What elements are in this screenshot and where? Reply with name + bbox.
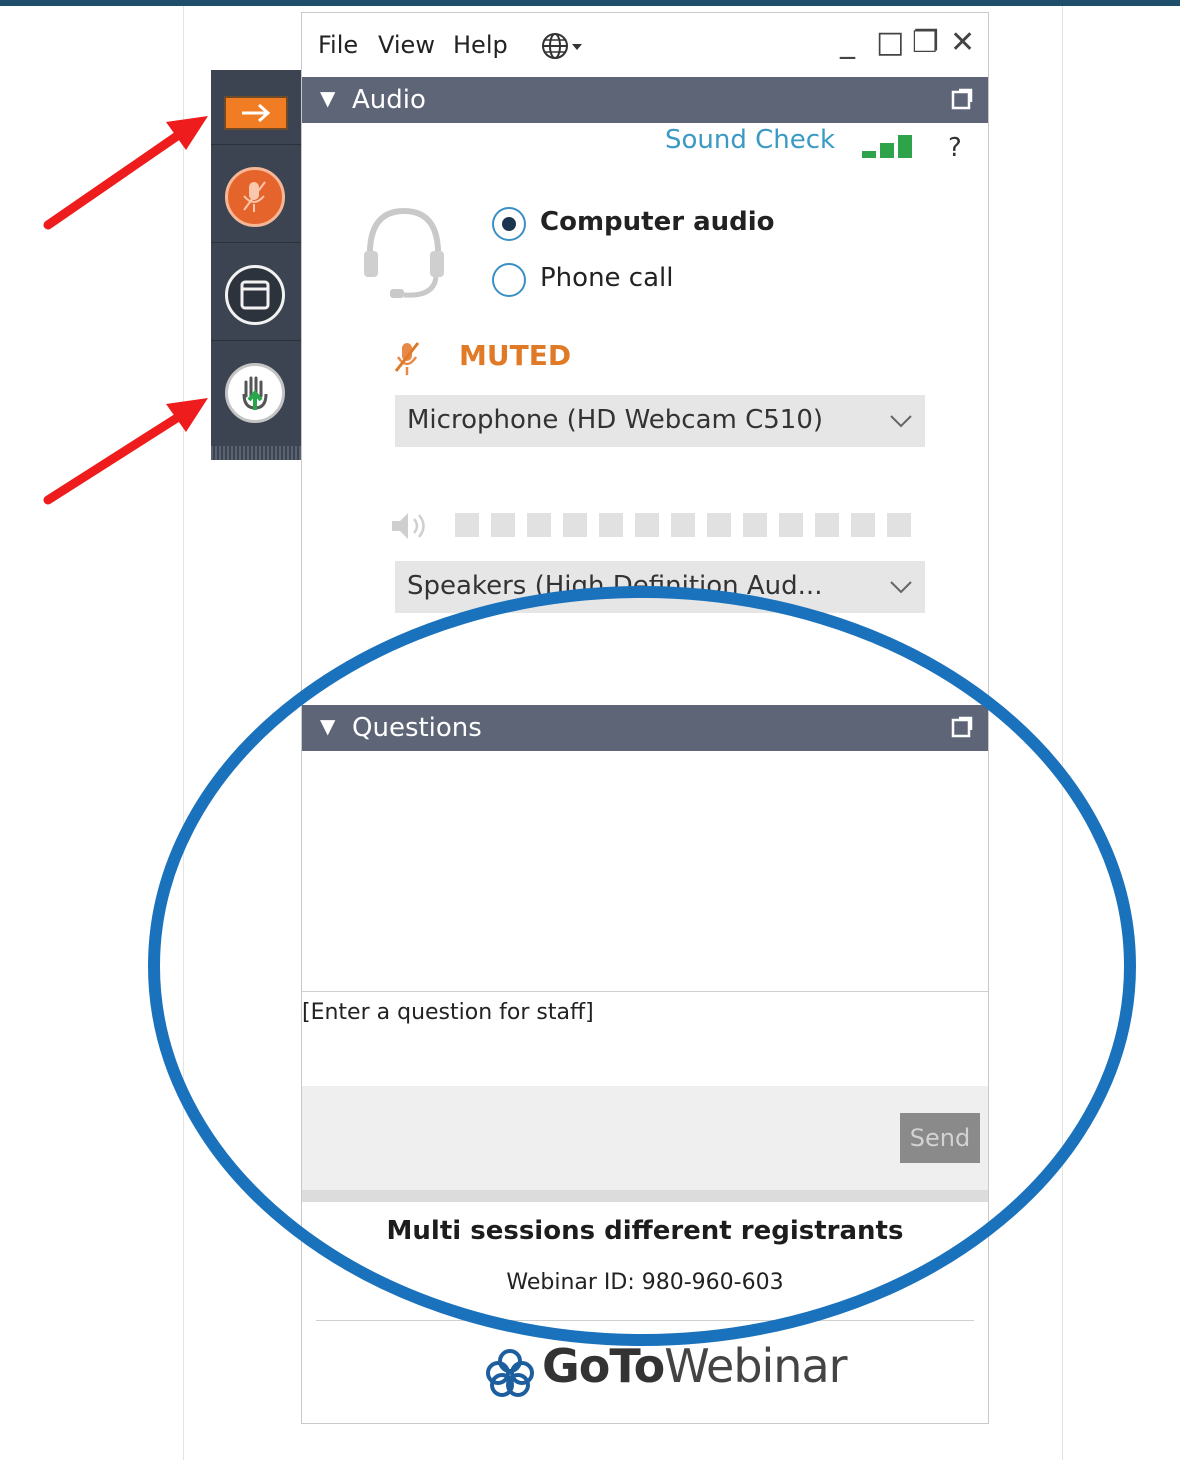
chevron-down-icon: [890, 581, 912, 594]
red-arrow-annotation: [43, 398, 208, 505]
level-meter-cell: [671, 513, 695, 537]
collapse-panel-button[interactable]: [224, 96, 288, 130]
arrow-right-icon: [242, 103, 271, 123]
headset-icon: [364, 207, 444, 298]
toolbar-slot-screen: [211, 243, 301, 341]
brand-bold-text: GoTo: [542, 1339, 665, 1393]
brand-light-text: Webinar: [664, 1339, 847, 1393]
menu-bar: File View Help _ □ ❐ ✕: [302, 13, 988, 77]
globe-icon: [542, 33, 582, 59]
questions-header-label: Questions: [352, 713, 482, 743]
top-border-strip: [0, 0, 1180, 6]
microphone-select[interactable]: Microphone (HD Webcam C510): [395, 395, 925, 447]
computer-audio-radio[interactable]: [492, 207, 526, 241]
page-guide-left: [183, 6, 184, 1460]
mute-toggle-button[interactable]: [225, 167, 285, 227]
control-panel-toolbar: [211, 70, 303, 460]
audio-help-button[interactable]: ?: [948, 133, 962, 163]
level-meter-cell: [887, 513, 911, 537]
send-button[interactable]: Send: [900, 1113, 980, 1163]
language-dropdown[interactable]: [540, 31, 596, 65]
toolbar-grip[interactable]: [211, 446, 301, 460]
level-meter-cell: [491, 513, 515, 537]
raise-hand-icon: [242, 376, 268, 410]
footer-divider: [316, 1320, 974, 1321]
popout-questions-button[interactable]: [950, 715, 974, 743]
gotowebinar-control-window: File View Help _ □ ❐ ✕ ▼ Audio Sound Che…: [301, 12, 989, 1424]
gotowebinar-logo-icon: [486, 1349, 534, 1397]
sound-check-link[interactable]: Sound Check: [665, 125, 835, 155]
raise-hand-button[interactable]: [225, 363, 285, 423]
muted-status-label: MUTED: [459, 339, 572, 372]
minimize-button[interactable]: _: [840, 27, 855, 59]
collapse-triangle-icon: ▼: [320, 714, 336, 738]
menu-view[interactable]: View: [378, 31, 435, 59]
webinar-id: Webinar ID: 980-960-603: [506, 1270, 784, 1295]
red-arrow-annotation: [43, 116, 208, 230]
toolbar-slot-hand: [211, 341, 301, 438]
restore-button[interactable]: ❐: [912, 27, 939, 59]
level-meter-cell: [743, 513, 767, 537]
popout-audio-button[interactable]: [950, 87, 974, 115]
signal-strength-icon: [862, 135, 912, 158]
level-meter-cell: [851, 513, 875, 537]
questions-log: [302, 751, 988, 991]
close-button[interactable]: ✕: [950, 27, 975, 59]
toolbar-slot-collapse: [211, 70, 301, 145]
toolbar-slot-mic: [211, 145, 301, 243]
level-meter-cell: [707, 513, 731, 537]
speaker-volume-icon: [392, 513, 425, 539]
popout-icon: [951, 88, 973, 110]
menu-file[interactable]: File: [318, 31, 358, 59]
gotowebinar-brand: GoToWebinar: [542, 1339, 848, 1393]
microphone-selected-value: Microphone (HD Webcam C510): [407, 405, 824, 435]
level-meter-cell: [527, 513, 551, 537]
level-meter-cell: [815, 513, 839, 537]
chevron-down-icon: [890, 415, 912, 428]
microphone-muted-icon: [243, 181, 266, 212]
question-input[interactable]: [Enter a question for staff]: [302, 991, 988, 1087]
maximize-button[interactable]: □: [876, 27, 904, 59]
show-screen-button[interactable]: [225, 265, 285, 325]
phone-call-label[interactable]: Phone call: [540, 263, 673, 293]
radio-selected-dot: [502, 217, 516, 231]
page-guide-right: [1062, 6, 1063, 1460]
audio-header-label: Audio: [352, 85, 426, 115]
question-input-placeholder: [Enter a question for staff]: [302, 1000, 594, 1025]
audio-section-header[interactable]: ▼ Audio: [302, 77, 988, 123]
send-area: [302, 1086, 988, 1190]
speakers-select[interactable]: Speakers (High Definition Aud...: [395, 561, 925, 613]
popout-icon: [951, 716, 973, 738]
level-meter-cell: [635, 513, 659, 537]
level-meter-cell: [455, 513, 479, 537]
session-title: Multi sessions different registrants: [386, 1216, 904, 1246]
window-icon: [240, 280, 270, 310]
microphone-muted-status-icon: [394, 342, 420, 375]
menu-help[interactable]: Help: [453, 31, 508, 59]
phone-call-radio[interactable]: [492, 263, 526, 297]
questions-section-header[interactable]: ▼ Questions: [302, 705, 988, 751]
speakers-selected-value: Speakers (High Definition Aud...: [407, 571, 823, 601]
level-meter-cell: [563, 513, 587, 537]
resize-grip[interactable]: [302, 1190, 988, 1202]
computer-audio-label[interactable]: Computer audio: [540, 207, 775, 237]
collapse-triangle-icon: ▼: [320, 86, 336, 110]
level-meter-cell: [599, 513, 623, 537]
level-meter-cell: [779, 513, 803, 537]
